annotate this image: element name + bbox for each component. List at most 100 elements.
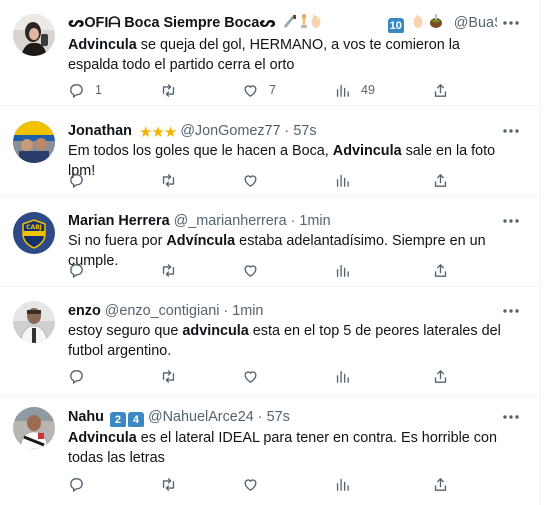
- avatar[interactable]: [13, 121, 55, 163]
- tweet-actions: 1 7 49: [68, 80, 454, 100]
- share-button[interactable]: [432, 260, 449, 280]
- display-name[interactable]: ᔕOFIᗩ Boca Siempre Bocaᔕ: [68, 15, 276, 31]
- tweet-header: Nahu 24 @NahuelArce24 · 57s: [68, 407, 497, 427]
- like-button[interactable]: [242, 170, 259, 190]
- retweet-button[interactable]: [160, 80, 187, 100]
- tweet-text-highlight: Advincula: [68, 37, 137, 53]
- views-button[interactable]: [334, 260, 351, 280]
- keycap-badge: 4: [127, 412, 144, 427]
- like-button[interactable]: [242, 260, 259, 280]
- handle[interactable]: @BuaS...: [454, 15, 497, 31]
- name-emojis-2: [410, 13, 450, 33]
- share-button[interactable]: [432, 170, 449, 190]
- tweet[interactable]: CABJ Marian Herrera @_marianherrera · 1m…: [0, 197, 541, 287]
- views-button[interactable]: 49: [334, 80, 375, 100]
- svg-text:CABJ: CABJ: [26, 224, 42, 231]
- share-button[interactable]: [432, 366, 449, 386]
- star-badges: ★★★: [138, 123, 177, 141]
- tweet[interactable]: Jonathan ★★★ @JonGomez77 · 57s Em todos …: [0, 107, 541, 196]
- share-button[interactable]: [432, 80, 449, 100]
- timestamp[interactable]: 57s: [293, 123, 316, 139]
- retweet-icon: [162, 369, 175, 383]
- tweet-text: Advincula es el lateral IDEAL para tener…: [68, 428, 511, 468]
- separator-dot: ·: [223, 303, 229, 319]
- reply-button[interactable]: 1: [68, 80, 102, 100]
- more-button[interactable]: [501, 13, 521, 33]
- share-icon: [434, 83, 447, 97]
- handle[interactable]: @JonGomez77: [180, 123, 280, 139]
- more-icon: [503, 21, 519, 25]
- tweet[interactable]: Nahu 24 @NahuelArce24 · 57s Advincula es…: [0, 397, 541, 505]
- views-icon: [336, 478, 349, 491]
- timestamp[interactable]: 1min: [232, 303, 263, 319]
- handle[interactable]: @enzo_contigiani: [105, 303, 220, 319]
- retweet-button[interactable]: [160, 170, 177, 190]
- tweet-text-highlight: Advincula: [332, 143, 402, 159]
- reply-icon: [70, 477, 83, 492]
- retweet-button[interactable]: [160, 260, 177, 280]
- heart-icon: [244, 264, 257, 277]
- share-icon: [434, 173, 447, 187]
- timestamp[interactable]: 57s: [267, 409, 290, 425]
- like-button[interactable]: [242, 474, 259, 494]
- emoji-icons: [283, 14, 321, 28]
- separator-dot: ·: [257, 409, 263, 425]
- retweet-button[interactable]: [160, 366, 177, 386]
- more-button[interactable]: [501, 121, 521, 141]
- tweet-text-before: estoy seguro que: [68, 323, 183, 339]
- reply-icon: [70, 263, 83, 278]
- tweet-text-highlight: Advincula: [68, 430, 137, 446]
- more-icon: [503, 415, 519, 419]
- views-button[interactable]: [334, 474, 351, 494]
- avatar[interactable]: [13, 301, 55, 343]
- retweet-icon: [162, 173, 175, 187]
- like-button[interactable]: 7: [242, 80, 276, 100]
- views-icon: [336, 174, 349, 187]
- views-icon: [336, 84, 349, 97]
- retweet-button[interactable]: [160, 474, 177, 494]
- emoji-icons-2: [413, 14, 442, 28]
- timestamp[interactable]: 1min: [299, 213, 330, 229]
- tweet-actions: [68, 366, 454, 386]
- name-emojis: [282, 13, 382, 33]
- display-name[interactable]: Nahu: [68, 409, 104, 425]
- tweet[interactable]: enzo @enzo_contigiani · 1min estoy segur…: [0, 288, 541, 396]
- avatar[interactable]: [13, 14, 55, 56]
- share-button[interactable]: [432, 474, 449, 494]
- star-icon: ★: [151, 124, 164, 141]
- reply-button[interactable]: [68, 474, 85, 494]
- display-name[interactable]: Jonathan: [68, 123, 132, 139]
- tweet-text: Advincula se queja del gol, HERMANO, a v…: [68, 35, 511, 75]
- display-name[interactable]: Marian Herrera: [68, 213, 170, 229]
- reply-button[interactable]: [68, 366, 85, 386]
- views-icon: [336, 370, 349, 383]
- reply-button[interactable]: [68, 170, 85, 190]
- share-icon: [434, 369, 447, 383]
- retweet-icon: [162, 477, 175, 491]
- handle[interactable]: @NahuelArce24: [148, 409, 254, 425]
- avatar[interactable]: [13, 407, 55, 449]
- tweet[interactable]: ᔕOFIᗩ Boca Siempre Bocaᔕ 10 @BuaS... · 2…: [0, 0, 541, 106]
- display-name[interactable]: enzo: [68, 303, 101, 319]
- reply-icon: [70, 369, 83, 384]
- heart-icon: [244, 174, 257, 187]
- keycap-badge: 2: [109, 412, 126, 427]
- reply-button[interactable]: [68, 260, 85, 280]
- tweet-actions: [68, 474, 454, 494]
- share-icon: [434, 477, 447, 491]
- handle[interactable]: @_marianherrera: [174, 213, 287, 229]
- more-button[interactable]: [501, 301, 521, 321]
- star-icon: ★: [138, 124, 152, 141]
- views-button[interactable]: [334, 170, 351, 190]
- more-button[interactable]: [501, 407, 521, 427]
- keycap-badge: 10: [387, 18, 404, 33]
- like-button[interactable]: [242, 366, 259, 386]
- share-icon: [434, 263, 447, 277]
- more-button[interactable]: [501, 211, 521, 231]
- views-button[interactable]: [334, 366, 351, 386]
- avatar[interactable]: CABJ: [13, 212, 55, 254]
- tweet-actions: [68, 260, 454, 280]
- reply-icon: [70, 83, 83, 98]
- separator-dot: ·: [284, 123, 290, 139]
- separator-dot: ·: [290, 213, 296, 229]
